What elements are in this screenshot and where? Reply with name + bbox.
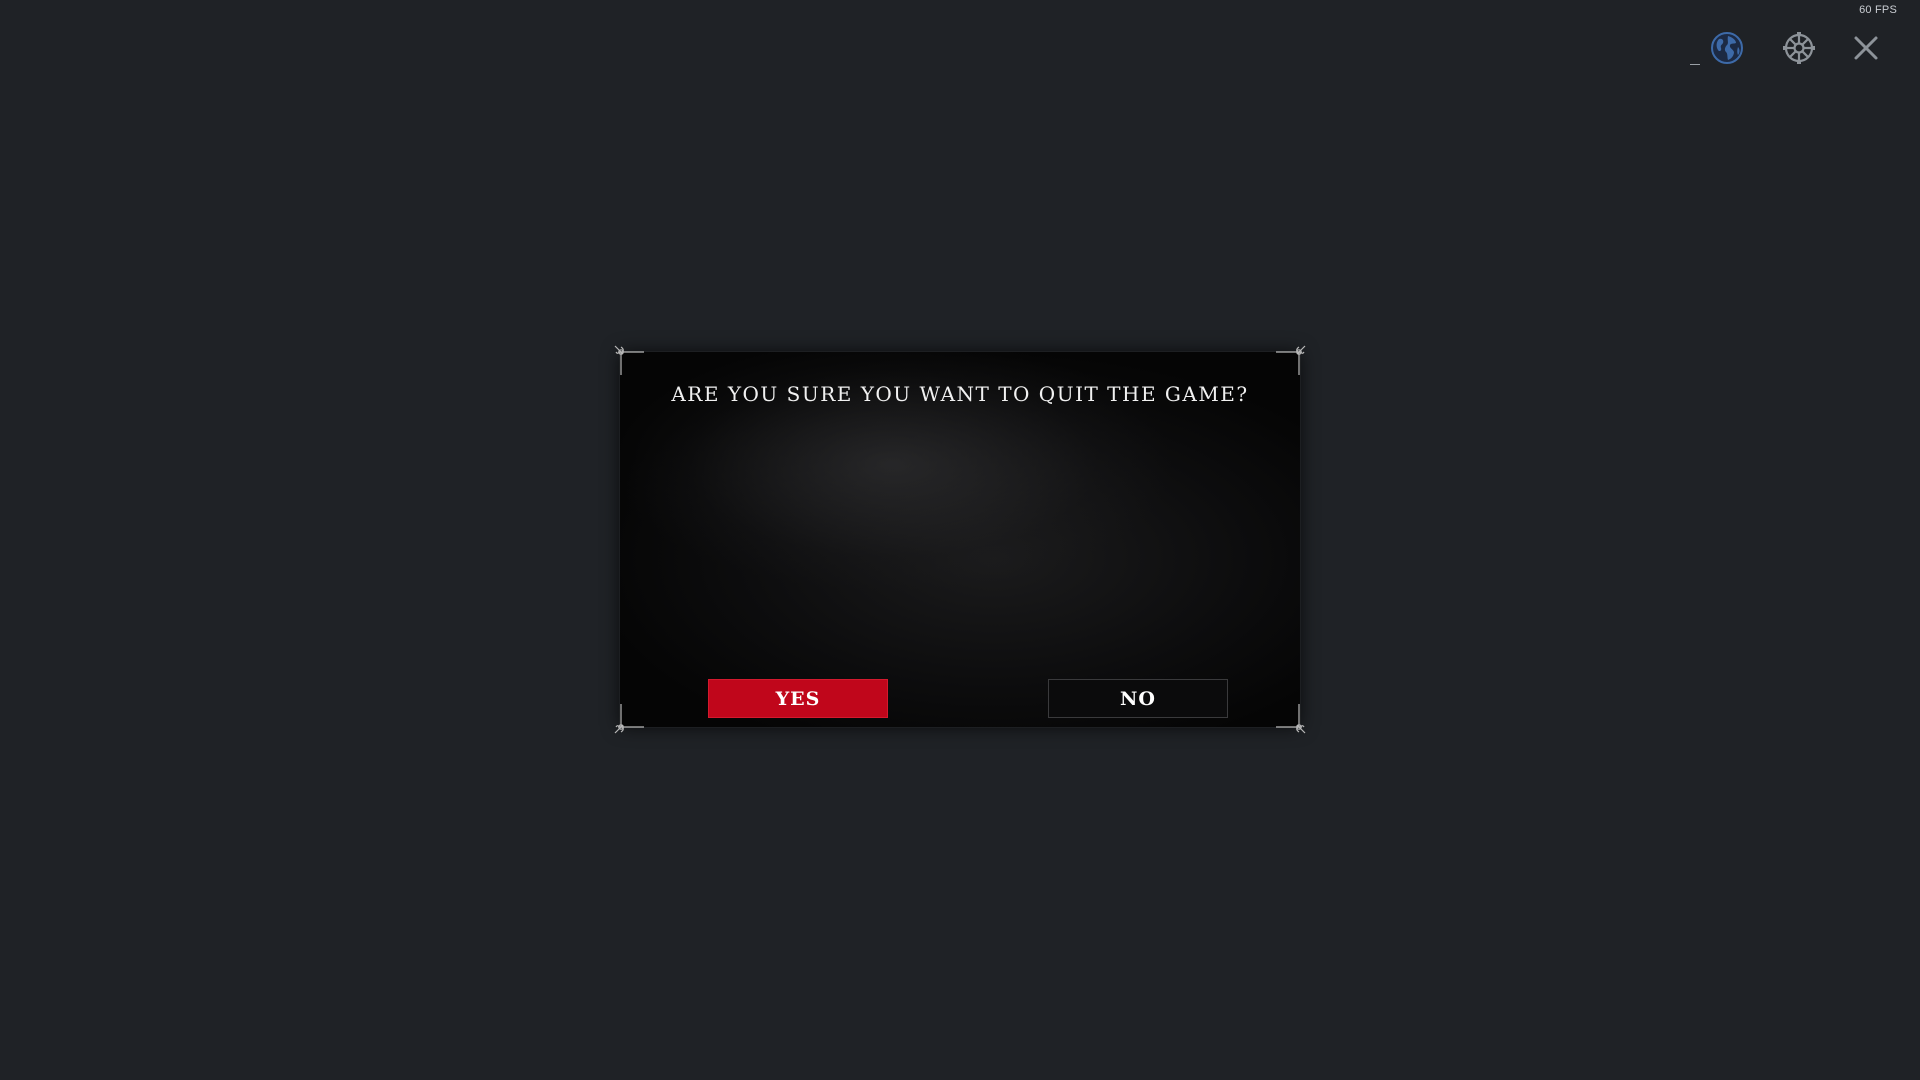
settings-button[interactable]: [1778, 28, 1820, 68]
minimize-icon: [1690, 64, 1700, 65]
corner-ornament-bottom-right: [1276, 704, 1306, 734]
yes-button[interactable]: YES: [708, 679, 888, 718]
quit-dialog: ARE YOU SURE YOU WANT TO QUIT THE GAME? …: [612, 343, 1308, 736]
globe-icon: [1711, 32, 1743, 64]
game-screen: 60 FPS ARE YOU SURE YOU WANT TO QUIT THE…: [0, 0, 1920, 1080]
gear-icon: [1783, 32, 1815, 64]
corner-ornament-top-left: [614, 345, 644, 375]
corner-ornament-top-right: [1276, 345, 1306, 375]
corner-ornament-bottom-left: [614, 704, 644, 734]
quit-dialog-panel: ARE YOU SURE YOU WANT TO QUIT THE GAME? …: [620, 352, 1300, 727]
minimize-button[interactable]: [1688, 31, 1702, 65]
language-button[interactable]: [1706, 28, 1748, 68]
close-icon: [1854, 36, 1878, 60]
no-button[interactable]: NO: [1048, 679, 1228, 718]
fps-counter: 60 FPS: [1859, 4, 1897, 16]
close-button[interactable]: [1846, 28, 1886, 68]
window-controls: [1688, 28, 1886, 68]
quit-dialog-title: ARE YOU SURE YOU WANT TO QUIT THE GAME?: [671, 382, 1249, 406]
